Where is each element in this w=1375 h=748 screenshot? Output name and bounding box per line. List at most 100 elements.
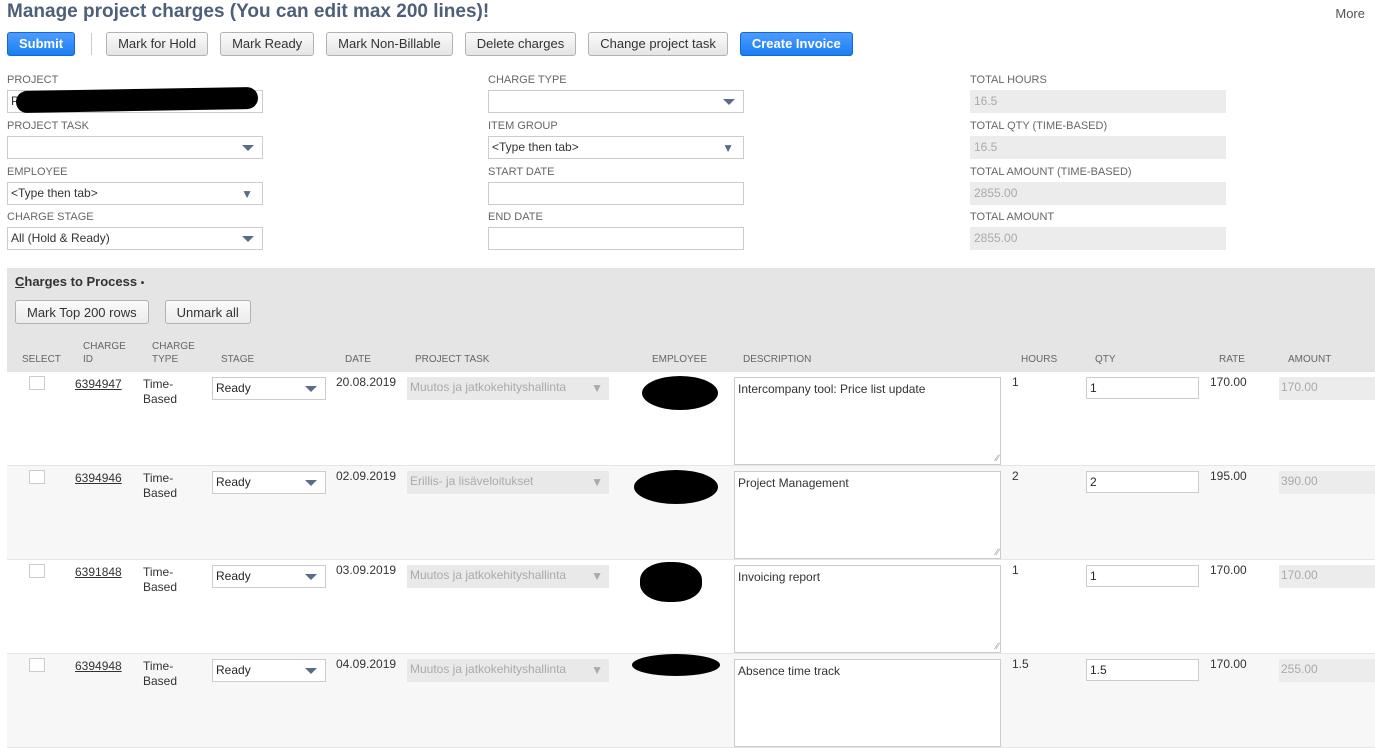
double-chevron-icon[interactable]: ▼ (241, 184, 253, 204)
project-task-field: PROJECT TASK (7, 120, 263, 159)
mark-non-billable-button[interactable]: Mark Non-Billable (326, 31, 453, 56)
end-date-label: END DATE (488, 211, 543, 223)
mark-top-200-button[interactable]: Mark Top 200 rows (15, 300, 149, 324)
header-description[interactable]: DESCRIPTION (743, 353, 811, 366)
select-checkbox[interactable] (29, 564, 45, 578)
charge-type-line2: Based (143, 580, 178, 594)
charge-type-line1: Time- (143, 377, 174, 391)
description-textarea[interactable]: Invoicing report ∕∕ (734, 565, 1001, 653)
resize-grip-icon[interactable]: ∕∕ (996, 454, 999, 463)
charge-type: Time- Based (143, 565, 177, 595)
charge-date: 02.09.2019 (336, 469, 397, 483)
qty-input[interactable]: 1 (1086, 377, 1199, 399)
select-checkbox[interactable] (29, 470, 45, 484)
description-value: Project Management (738, 476, 849, 490)
description-textarea[interactable]: Absence time track (734, 659, 1001, 747)
charge-type-line1: Time- (143, 659, 174, 673)
description-value: Invoicing report (738, 570, 821, 584)
qty-input[interactable]: 1.5 (1086, 659, 1199, 681)
total-amount-value: 2855.00 (970, 227, 1226, 250)
description-value: Intercompany tool: Price list update (738, 382, 926, 396)
header-amount[interactable]: AMOUNT (1288, 353, 1331, 366)
amount-value: 170.00 (1279, 565, 1375, 588)
charge-id-link[interactable]: 6394948 (75, 659, 122, 674)
double-chevron-icon: ▼ (591, 663, 603, 677)
table-header: SELECT CHARGE ID CHARGE TYPE STAGE DATE … (7, 334, 1375, 372)
start-date-label: START DATE (488, 166, 555, 178)
charge-id-link[interactable]: 6394947 (75, 377, 122, 392)
select-checkbox[interactable] (29, 658, 45, 672)
project-select[interactable]: P ⋁ (7, 86, 263, 114)
create-invoice-button[interactable]: Create Invoice (739, 31, 853, 56)
employee-label: EMPLOYEE (7, 166, 68, 178)
resize-grip-icon[interactable]: ∕∕ (996, 642, 999, 651)
charge-stage-select[interactable]: All (Hold & Ready) (7, 227, 263, 250)
charge-id-link[interactable]: 6391848 (75, 565, 122, 580)
project-task-select[interactable] (7, 136, 263, 159)
tab-charges-to-process[interactable]: Charges to Process • (7, 268, 152, 298)
caret-down-icon (723, 99, 735, 105)
project-task-label: PROJECT TASK (7, 120, 89, 132)
resize-grip-icon[interactable]: ∕∕ (996, 548, 999, 557)
employee-redaction (632, 654, 720, 676)
stage-select[interactable]: Ready (212, 377, 326, 400)
submit-button[interactable]: Submit (7, 31, 76, 56)
end-date-input[interactable] (488, 227, 744, 250)
charge-type-line1: Time- (143, 471, 174, 485)
header-project-task[interactable]: PROJECT TASK (415, 353, 489, 366)
charge-type-select[interactable] (488, 90, 744, 113)
total-amount-field: TOTAL AMOUNT 2855.00 (970, 211, 1226, 250)
charge-id-link[interactable]: 6394946 (75, 471, 122, 486)
double-chevron-icon[interactable]: ▼ (722, 138, 734, 158)
header-charge-id[interactable]: CHARGE ID (83, 340, 126, 366)
caret-down-icon (242, 145, 254, 151)
hours-value: 1.5 (1012, 657, 1029, 671)
project-task-value: Muutos ja jatkokehityshallinta (410, 380, 567, 394)
start-date-input[interactable] (488, 182, 744, 205)
header-charge-type-line1: CHARGE (152, 341, 195, 352)
description-textarea[interactable]: Intercompany tool: Price list update ∕∕ (734, 377, 1001, 465)
total-amount-label: TOTAL AMOUNT (970, 211, 1055, 223)
header-charge-type[interactable]: CHARGE TYPE (152, 340, 195, 366)
header-hours[interactable]: HOURS (1021, 353, 1057, 366)
stage-value: Ready (216, 381, 251, 395)
employee-input[interactable]: <Type then tab> ▼ (7, 182, 263, 205)
description-value: Absence time track (738, 664, 841, 678)
description-textarea[interactable]: Project Management ∕∕ (734, 471, 1001, 559)
header-stage[interactable]: STAGE (221, 353, 254, 366)
qty-input[interactable]: 2 (1086, 471, 1199, 493)
total-hours-field: TOTAL HOURS 16.5 (970, 74, 1226, 113)
mark-ready-button[interactable]: Mark Ready (220, 31, 315, 56)
stage-select[interactable]: Ready (212, 565, 326, 588)
total-qty-label: TOTAL QTY (TIME-BASED) (970, 120, 1108, 132)
item-group-label: ITEM GROUP (488, 120, 558, 132)
qty-input[interactable]: 1 (1086, 565, 1199, 587)
total-qty-value: 16.5 (970, 136, 1226, 159)
caret-down-icon (305, 480, 317, 486)
delete-charges-button[interactable]: Delete charges (464, 31, 577, 56)
page-title: Manage project charges (You can edit max… (7, 1, 490, 22)
stage-value: Ready (216, 663, 251, 677)
header-select[interactable]: SELECT (22, 353, 61, 366)
more-link[interactable]: More (1335, 6, 1365, 21)
item-group-field: ITEM GROUP <Type then tab> ▼ (488, 120, 744, 159)
select-checkbox[interactable] (29, 376, 45, 390)
header-employee[interactable]: EMPLOYEE (652, 353, 707, 366)
stage-select[interactable]: Ready (212, 659, 326, 682)
project-task-select: Muutos ja jatkokehityshallinta ▼ (407, 377, 609, 400)
mark-for-hold-button[interactable]: Mark for Hold (106, 31, 209, 56)
unmark-all-button[interactable]: Unmark all (164, 300, 251, 324)
end-date-field: END DATE (488, 211, 744, 250)
project-field: PROJECT P ⋁ (7, 74, 263, 114)
header-rate[interactable]: RATE (1219, 353, 1245, 366)
rate-value: 170.00 (1210, 657, 1247, 671)
header-qty[interactable]: QTY (1095, 353, 1116, 366)
caret-down-icon (305, 386, 317, 392)
charges-table-body: 6394947 Time- Based Ready 20.08.2019 Muu… (7, 372, 1375, 748)
item-group-input[interactable]: <Type then tab> ▼ (488, 136, 744, 159)
change-project-task-button[interactable]: Change project task (588, 31, 728, 56)
rate-value: 170.00 (1210, 375, 1247, 389)
header-date[interactable]: DATE (345, 353, 371, 366)
stage-select[interactable]: Ready (212, 471, 326, 494)
caret-down-icon (242, 236, 254, 242)
